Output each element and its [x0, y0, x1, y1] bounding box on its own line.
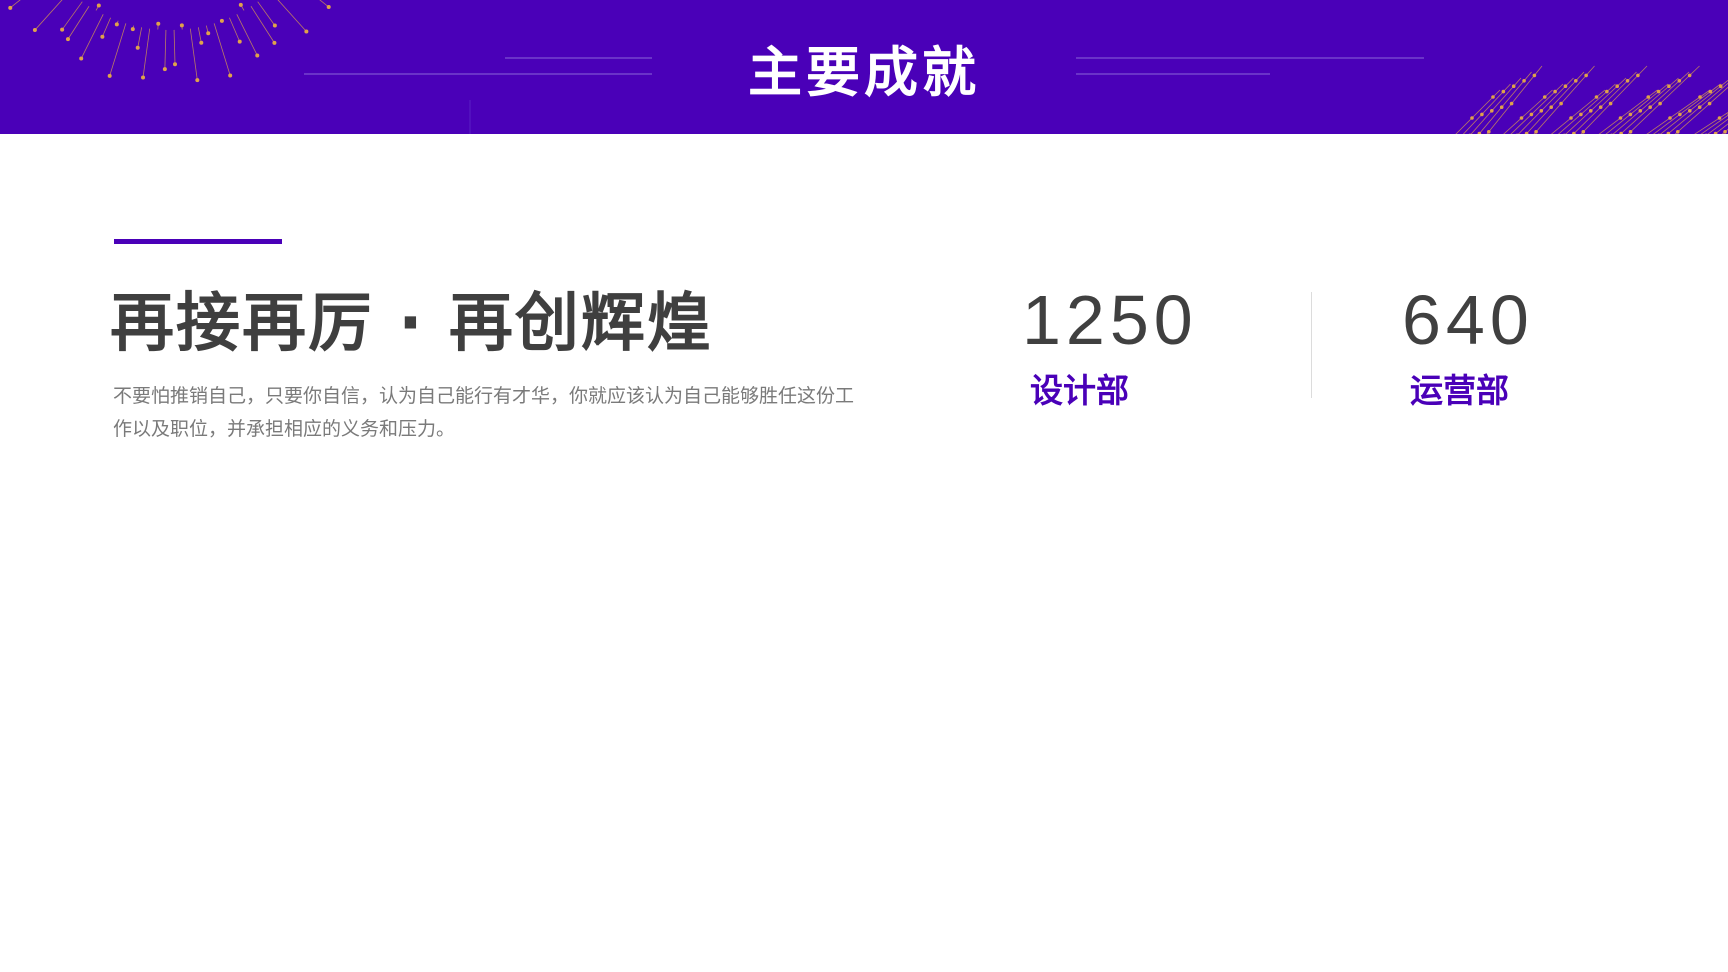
- decorative-dot: [156, 21, 161, 26]
- decorative-dot: [114, 22, 119, 27]
- decorative-ray: [257, 1, 276, 26]
- decorative-dot: [1688, 109, 1692, 113]
- decorative-dot: [1628, 130, 1633, 134]
- decorative-dot: [219, 18, 224, 23]
- decorative-ray: [61, 1, 83, 30]
- decorative-dot: [179, 23, 184, 28]
- decorative-dot: [1539, 109, 1544, 113]
- decorative-dot: [1668, 116, 1672, 120]
- decorative-ray: [34, 0, 63, 31]
- decorative-dot: [1638, 109, 1643, 113]
- decorative-dot: [1676, 130, 1680, 134]
- decorative-dot: [8, 5, 13, 10]
- decorative-dot: [1581, 130, 1586, 134]
- stat-label: 设计部: [1030, 371, 1129, 410]
- decorative-ray: [10, 0, 21, 9]
- decorative-dot: [1579, 112, 1583, 117]
- stat-number: 1250: [1022, 281, 1198, 359]
- decorative-ray: [319, 0, 329, 8]
- decorative-dot: [1628, 112, 1633, 117]
- decorative-dot: [238, 2, 243, 7]
- decorative-dot: [1534, 130, 1538, 134]
- decorative-dot: [1470, 116, 1474, 120]
- decorative-dot: [1618, 116, 1623, 120]
- decorative-dot: [272, 23, 277, 28]
- page-title: 主要成就: [748, 41, 980, 104]
- decorative-dot: [1569, 116, 1573, 120]
- stat-number: 640: [1402, 281, 1534, 359]
- decorative-dot: [1717, 116, 1722, 120]
- headline: 再接再厉 · 再创辉煌: [110, 287, 713, 361]
- accent-underline: [114, 239, 282, 244]
- decorative-dot: [1529, 112, 1534, 117]
- decorative-dot: [1519, 116, 1524, 120]
- stat-divider: [1311, 292, 1312, 398]
- stat-label: 运营部: [1410, 371, 1509, 410]
- description-text: 不要怕推销自己，只要你自信，认为自己能行有才华，你就应该认为自己能够胜任这份工作…: [113, 385, 855, 440]
- header-banner: 主要成就: [0, 0, 1728, 134]
- decorative-dot: [1490, 109, 1494, 113]
- decorative-dot: [96, 3, 101, 8]
- decorative-dot: [1480, 112, 1484, 117]
- stat-design-department: 1250 设计部: [1022, 280, 1198, 412]
- decorative-dot: [1678, 112, 1682, 117]
- decorative-dot: [1589, 109, 1593, 113]
- decorative-dot: [326, 4, 331, 9]
- decorative-dot: [1487, 130, 1491, 134]
- decorative-dot: [1723, 130, 1727, 134]
- stat-operations-department: 640 运营部: [1402, 280, 1534, 412]
